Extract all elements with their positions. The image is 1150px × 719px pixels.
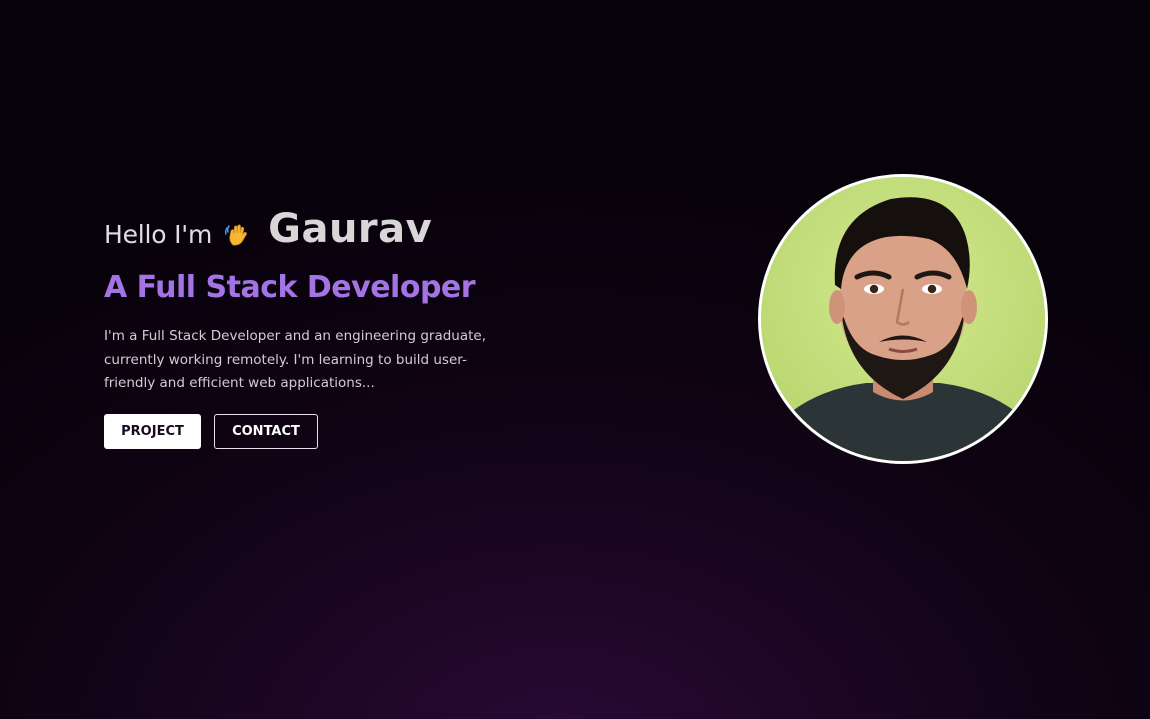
contact-button[interactable]: CONTACT [214,413,318,449]
developer-name: Gaurav [268,206,433,252]
intro-description: I'm a Full Stack Developer and an engine… [104,328,487,391]
cta-buttons: PROJECT CONTACT [104,413,544,449]
role-title: A Full Stack Developer [104,270,476,305]
greeting-text: Hello I'm [104,219,213,249]
profile-photo [758,174,1048,464]
greeting-row: Hello I'm Gaurav [104,200,544,258]
hero-intro: Hello I'm Gaurav A Full Stack Developer … [104,200,544,449]
project-button[interactable]: PROJECT [104,413,201,449]
waving-hand-icon [222,219,252,249]
hero-section: Hello I'm Gaurav A Full Stack Developer … [0,0,1150,719]
